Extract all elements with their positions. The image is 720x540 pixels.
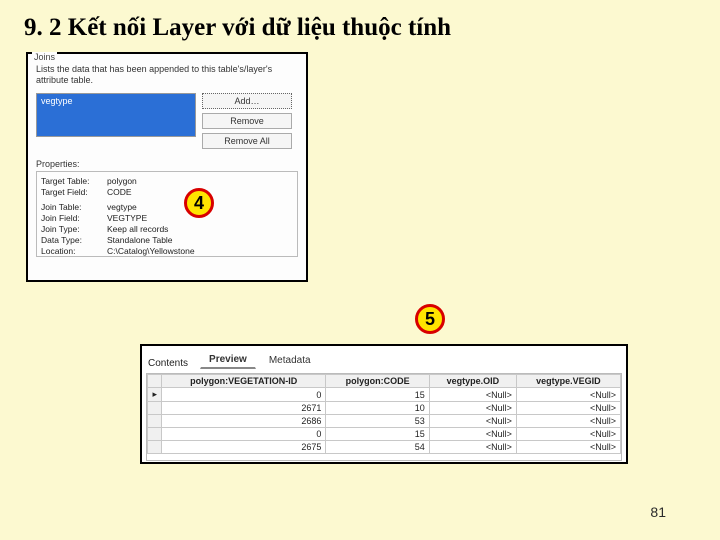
prop-row: Join Field: VEGTYPE xyxy=(41,213,293,223)
cell: 15 xyxy=(326,428,429,441)
prop-value: Keep all records xyxy=(107,224,168,234)
cell: <Null> xyxy=(429,402,516,415)
joins-list-selected[interactable]: vegtype xyxy=(36,93,196,137)
prop-value: polygon xyxy=(107,176,137,186)
attribute-table: polygon:VEGETATION-ID polygon:CODE vegty… xyxy=(147,374,621,454)
table-row[interactable]: ▸ 0 15 <Null> <Null> xyxy=(148,388,621,402)
tab-metadata[interactable]: Metadata xyxy=(260,352,320,369)
step-marker-5: 5 xyxy=(415,304,445,334)
prop-label: Join Table: xyxy=(41,202,107,212)
cell: <Null> xyxy=(516,441,620,454)
col-oid[interactable]: vegtype.OID xyxy=(429,375,516,388)
prop-label: Target Field: xyxy=(41,187,107,197)
prop-value: Standalone Table xyxy=(107,235,173,245)
prop-value: C:\Catalog\Yellowstone xyxy=(107,246,195,256)
prop-value: VEGTYPE xyxy=(107,213,147,223)
row-selector[interactable] xyxy=(148,402,162,415)
preview-tabs: Contents Preview Metadata xyxy=(142,346,626,369)
joins-panel: Joins Lists the data that has been appen… xyxy=(26,52,308,282)
row-selector[interactable] xyxy=(148,415,162,428)
table-row[interactable]: 0 15 <Null> <Null> xyxy=(148,428,621,441)
prop-label: Location: xyxy=(41,246,107,256)
prop-label: Join Field: xyxy=(41,213,107,223)
page-number: 81 xyxy=(650,504,666,520)
tab-preview[interactable]: Preview xyxy=(200,351,256,369)
preview-panel: Contents Preview Metadata ▲ polygon:VEGE… xyxy=(140,344,628,464)
table-header-row: polygon:VEGETATION-ID polygon:CODE vegty… xyxy=(148,375,621,388)
col-code[interactable]: polygon:CODE xyxy=(326,375,429,388)
prop-value: CODE xyxy=(107,187,132,197)
row-selector[interactable] xyxy=(148,428,162,441)
remove-all-button[interactable]: Remove All xyxy=(202,133,292,149)
cell: <Null> xyxy=(516,415,620,428)
contents-label: Contents xyxy=(148,358,188,369)
cell: 15 xyxy=(326,388,429,402)
prop-row: Target Table: polygon xyxy=(41,176,293,186)
cell: 54 xyxy=(326,441,429,454)
cell: 0 xyxy=(162,388,326,402)
cell: <Null> xyxy=(516,402,620,415)
prop-row: Data Type: Standalone Table xyxy=(41,235,293,245)
table-row[interactable]: 2675 54 <Null> <Null> xyxy=(148,441,621,454)
cell: <Null> xyxy=(429,415,516,428)
col-vegetation-id[interactable]: polygon:VEGETATION-ID xyxy=(162,375,326,388)
joins-buttons: Add… Remove Remove All xyxy=(202,93,292,149)
cell: 2671 xyxy=(162,402,326,415)
cell: 0 xyxy=(162,428,326,441)
row-selector[interactable] xyxy=(148,441,162,454)
prop-label: Target Table: xyxy=(41,176,107,186)
prop-row: Location: C:\Catalog\Yellowstone xyxy=(41,246,293,256)
cell: 10 xyxy=(326,402,429,415)
add-button[interactable]: Add… xyxy=(202,93,292,109)
step-marker-4: 4 xyxy=(184,188,214,218)
prop-row: Target Field: CODE xyxy=(41,187,293,197)
joins-group-label: Joins xyxy=(32,52,57,62)
table-row[interactable]: 2686 53 <Null> <Null> xyxy=(148,415,621,428)
remove-button[interactable]: Remove xyxy=(202,113,292,129)
properties-box: Target Table: polygon Target Field: CODE… xyxy=(36,171,298,257)
cell: 53 xyxy=(326,415,429,428)
cell: 2675 xyxy=(162,441,326,454)
table-row[interactable]: 2671 10 <Null> <Null> xyxy=(148,402,621,415)
prop-row: Join Table: vegtype xyxy=(41,202,293,212)
joins-description: Lists the data that has been appended to… xyxy=(28,54,306,91)
section-title: 9. 2 Kết nối Layer với dữ liệu thuộc tín… xyxy=(24,14,451,42)
properties-label: Properties: xyxy=(36,159,306,169)
prop-row: Join Type: Keep all records xyxy=(41,224,293,234)
prop-value: vegtype xyxy=(107,202,137,212)
cell: <Null> xyxy=(516,428,620,441)
cell: 2686 xyxy=(162,415,326,428)
cell: <Null> xyxy=(429,428,516,441)
col-rowhead[interactable] xyxy=(148,375,162,388)
cell: <Null> xyxy=(516,388,620,402)
preview-grid[interactable]: ▲ polygon:VEGETATION-ID polygon:CODE veg… xyxy=(146,373,622,461)
col-vegid[interactable]: vegtype.VEGID xyxy=(516,375,620,388)
cell: <Null> xyxy=(429,388,516,402)
prop-label: Data Type: xyxy=(41,235,107,245)
prop-label: Join Type: xyxy=(41,224,107,234)
cell: <Null> xyxy=(429,441,516,454)
row-selector[interactable]: ▸ xyxy=(148,388,162,402)
